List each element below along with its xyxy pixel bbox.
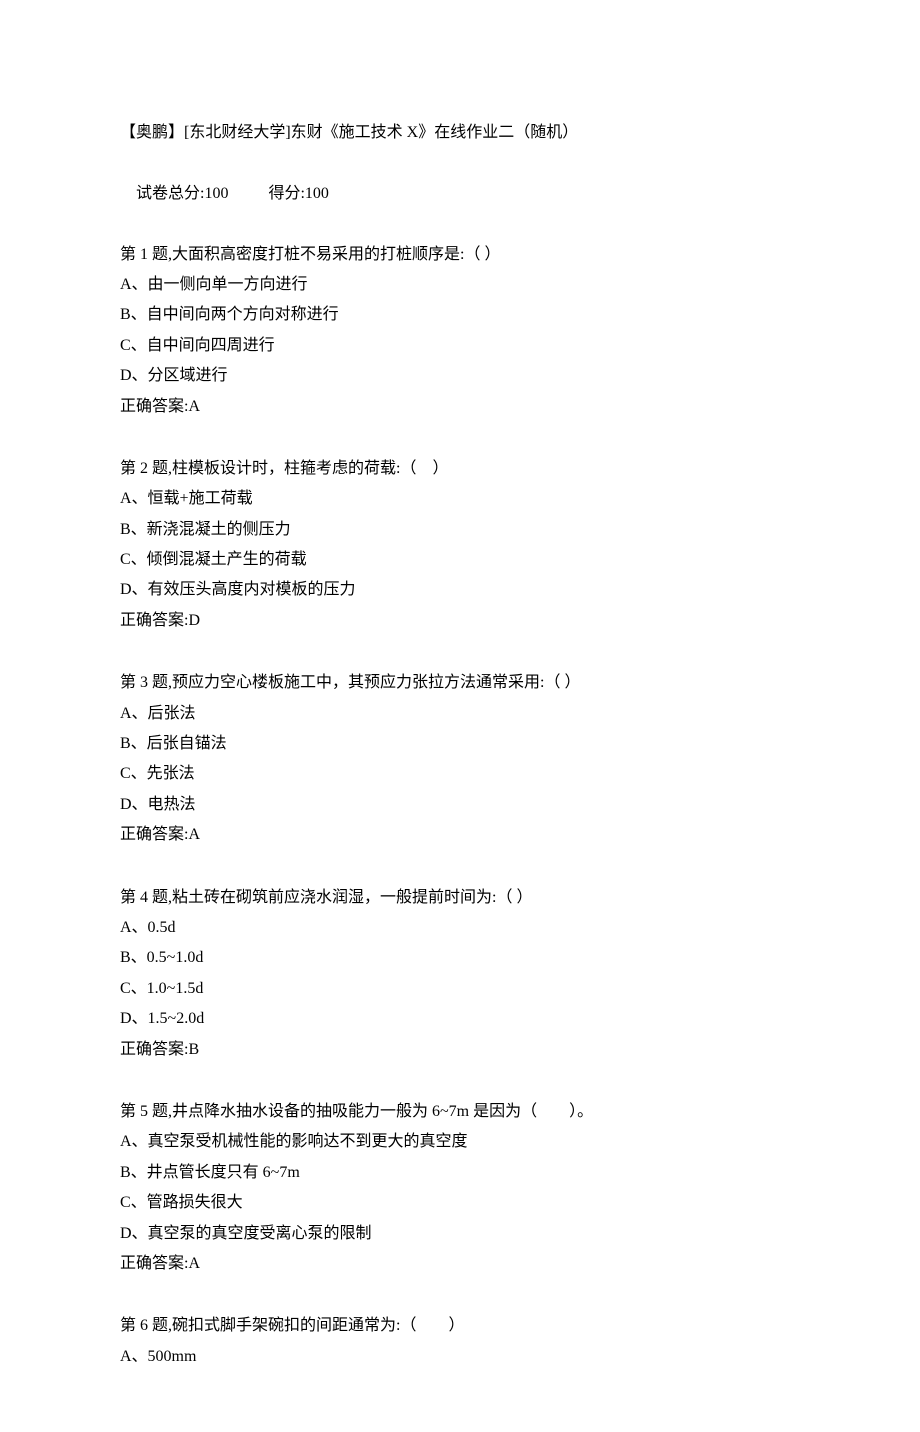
option-b: B、后张自锚法 bbox=[120, 729, 800, 759]
question-stem: 第 6 题,碗扣式脚手架碗扣的间距通常为:（ ） bbox=[120, 1311, 800, 1341]
answer-label: 正确答案: bbox=[120, 398, 188, 415]
option-c: C、先张法 bbox=[120, 759, 800, 789]
question-stem: 第 3 题,预应力空心楼板施工中，其预应力张拉方法通常采用:（ ） bbox=[120, 668, 800, 698]
option-d: D、真空泵的真空度受离心泵的限制 bbox=[120, 1219, 800, 1249]
question-stem: 第 2 题,柱模板设计时，柱箍考虑的荷载:（ ） bbox=[120, 454, 800, 484]
score-gain-label: 得分: bbox=[268, 185, 304, 202]
option-a: A、500mm bbox=[120, 1342, 800, 1372]
score-line: 试卷总分:100得分:100 bbox=[120, 148, 800, 239]
option-c: C、自中间向四周进行 bbox=[120, 331, 800, 361]
option-c: C、管路损失很大 bbox=[120, 1188, 800, 1218]
option-a: A、恒载+施工荷载 bbox=[120, 484, 800, 514]
option-a: A、0.5d bbox=[120, 913, 800, 943]
option-b: B、新浇混凝土的侧压力 bbox=[120, 515, 800, 545]
score-total-value: 100 bbox=[204, 185, 228, 202]
option-b: B、自中间向两个方向对称进行 bbox=[120, 300, 800, 330]
question-3: 第 3 题,预应力空心楼板施工中，其预应力张拉方法通常采用:（ ） A、后张法 … bbox=[120, 668, 800, 850]
option-d: D、有效压头高度内对模板的压力 bbox=[120, 575, 800, 605]
answer-value: A bbox=[188, 1255, 200, 1272]
option-a: A、真空泵受机械性能的影响达不到更大的真空度 bbox=[120, 1127, 800, 1157]
answer-label: 正确答案: bbox=[120, 1041, 188, 1058]
score-gain-value: 100 bbox=[305, 185, 329, 202]
answer-line: 正确答案:B bbox=[120, 1035, 800, 1065]
question-4: 第 4 题,粘土砖在砌筑前应浇水润湿，一般提前时间为:（ ） A、0.5d B、… bbox=[120, 883, 800, 1065]
answer-value: A bbox=[188, 398, 200, 415]
option-b: B、井点管长度只有 6~7m bbox=[120, 1158, 800, 1188]
question-1: 第 1 题,大面积高密度打桩不易采用的打桩顺序是:（ ） A、由一侧向单一方向进… bbox=[120, 240, 800, 422]
answer-line: 正确答案:A bbox=[120, 1249, 800, 1279]
option-c: C、1.0~1.5d bbox=[120, 974, 800, 1004]
option-d: D、1.5~2.0d bbox=[120, 1004, 800, 1034]
option-c: C、倾倒混凝土产生的荷载 bbox=[120, 545, 800, 575]
answer-line: 正确答案:A bbox=[120, 820, 800, 850]
score-total-label: 试卷总分: bbox=[136, 185, 204, 202]
option-d: D、电热法 bbox=[120, 790, 800, 820]
question-stem: 第 5 题,井点降水抽水设备的抽吸能力一般为 6~7m 是因为（ ）。 bbox=[120, 1097, 800, 1127]
question-5: 第 5 题,井点降水抽水设备的抽吸能力一般为 6~7m 是因为（ ）。 A、真空… bbox=[120, 1097, 800, 1279]
answer-value: D bbox=[188, 612, 200, 629]
answer-value: A bbox=[188, 826, 200, 843]
option-a: A、由一侧向单一方向进行 bbox=[120, 270, 800, 300]
answer-label: 正确答案: bbox=[120, 826, 188, 843]
answer-label: 正确答案: bbox=[120, 1255, 188, 1272]
answer-label: 正确答案: bbox=[120, 612, 188, 629]
answer-line: 正确答案:D bbox=[120, 606, 800, 636]
answer-value: B bbox=[188, 1041, 199, 1058]
option-a: A、后张法 bbox=[120, 699, 800, 729]
document-page: 【奥鹏】[东北财经大学]东财《施工技术 X》在线作业二（随机） 试卷总分:100… bbox=[0, 0, 920, 1432]
question-6: 第 6 题,碗扣式脚手架碗扣的间距通常为:（ ） A、500mm bbox=[120, 1311, 800, 1372]
question-stem: 第 1 题,大面积高密度打桩不易采用的打桩顺序是:（ ） bbox=[120, 240, 800, 270]
option-d: D、分区域进行 bbox=[120, 361, 800, 391]
answer-line: 正确答案:A bbox=[120, 392, 800, 422]
question-2: 第 2 题,柱模板设计时，柱箍考虑的荷载:（ ） A、恒载+施工荷载 B、新浇混… bbox=[120, 454, 800, 636]
question-stem: 第 4 题,粘土砖在砌筑前应浇水润湿，一般提前时间为:（ ） bbox=[120, 883, 800, 913]
exam-title: 【奥鹏】[东北财经大学]东财《施工技术 X》在线作业二（随机） bbox=[120, 118, 800, 148]
option-b: B、0.5~1.0d bbox=[120, 943, 800, 973]
